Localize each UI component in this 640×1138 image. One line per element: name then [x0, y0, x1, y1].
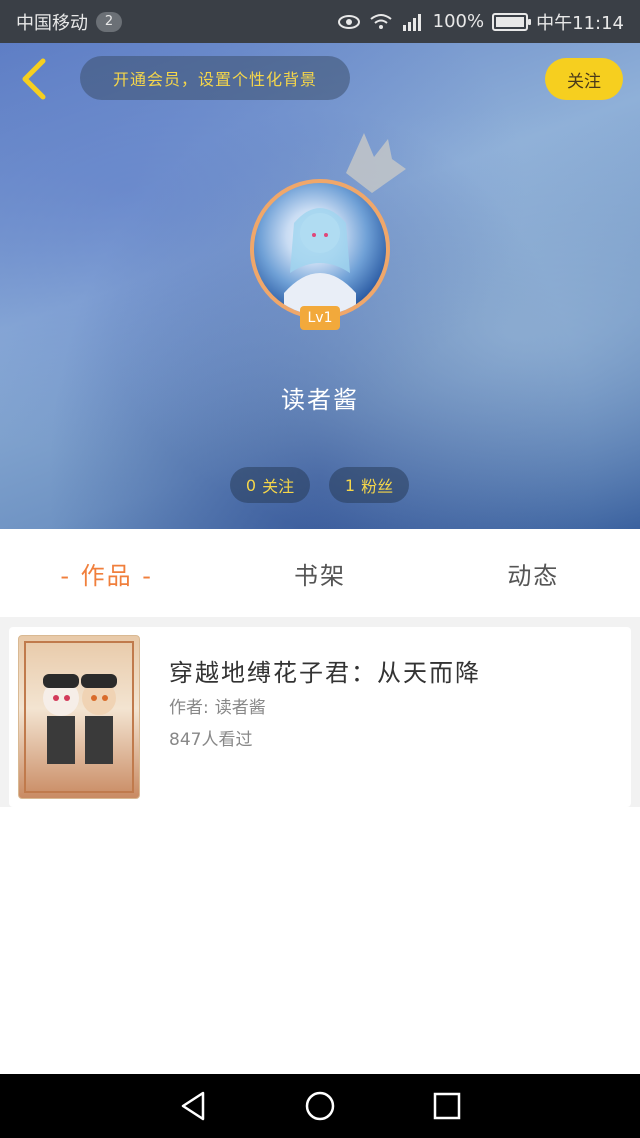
level-text: Lv1	[307, 310, 333, 326]
profile-header: 开通会员，设置个性化背景 关注 Lv1 读者酱 0 关注 1 粉丝	[0, 43, 640, 529]
nav-home-button[interactable]	[290, 1076, 350, 1136]
battery-percent: 100%	[432, 11, 485, 32]
tab-works[interactable]: - 作品 -	[0, 529, 213, 617]
eye-icon	[337, 14, 361, 30]
following-count: 0	[245, 475, 257, 495]
profile-tabs: - 作品 - 书架 动态	[0, 529, 640, 617]
status-bar: 中国移动 2 100% 中午11:14	[0, 0, 640, 43]
tab-bookshelf[interactable]: 书架	[213, 529, 426, 617]
author-name: 读者酱	[214, 698, 266, 718]
nav-back-button[interactable]	[163, 1076, 223, 1136]
tab-activity[interactable]: 动态	[427, 529, 640, 617]
fans-label: 粉丝	[361, 477, 394, 496]
author-label: 作者:	[169, 698, 209, 718]
work-author: 作者: 读者酱	[169, 693, 266, 718]
follow-button[interactable]: 关注	[545, 58, 623, 100]
following-stat[interactable]: 0 关注	[230, 467, 310, 503]
follow-label: 关注	[567, 71, 601, 92]
fans-stat[interactable]: 1 粉丝	[329, 467, 409, 503]
wifi-icon	[369, 13, 393, 31]
avatar-illustration	[284, 208, 356, 315]
work-views: 847人看过	[169, 725, 252, 750]
sim-badge: 2	[96, 11, 122, 32]
clock: 中午11:14	[536, 12, 624, 34]
signal-icon	[401, 13, 425, 31]
list-item[interactable]: 穿越地缚花子君：从天而降 作者: 读者酱 847人看过	[9, 627, 631, 807]
vip-prompt-text: 开通会员，设置个性化背景	[112, 70, 317, 89]
status-left: 中国移动 2	[16, 9, 122, 35]
status-right: 100% 中午11:14	[337, 9, 624, 35]
nav-recent-button[interactable]	[417, 1076, 477, 1136]
following-label: 关注	[262, 477, 295, 496]
works-list: 穿越地缚花子君：从天而降 作者: 读者酱 847人看过	[0, 627, 640, 807]
system-nav-bar	[0, 1074, 640, 1138]
work-title: 穿越地缚花子君：从天而降	[169, 659, 481, 687]
battery-icon	[492, 12, 532, 31]
book-cover	[18, 635, 140, 799]
level-badge: Lv1	[300, 306, 340, 330]
avatar[interactable]	[250, 179, 390, 319]
chevron-left-icon	[22, 58, 46, 100]
username: 读者酱	[281, 386, 359, 414]
recent-square-icon	[433, 1092, 460, 1120]
fans-count: 1	[344, 475, 356, 495]
back-button[interactable]	[14, 55, 54, 103]
home-circle-icon	[305, 1091, 335, 1121]
section-divider	[0, 617, 640, 627]
carrier-name: 中国移动	[16, 12, 88, 34]
views-text: 847人看过	[169, 730, 253, 750]
cover-illustration	[24, 641, 134, 793]
back-triangle-icon	[182, 1091, 205, 1121]
vip-background-prompt[interactable]: 开通会员，设置个性化背景	[80, 56, 350, 100]
